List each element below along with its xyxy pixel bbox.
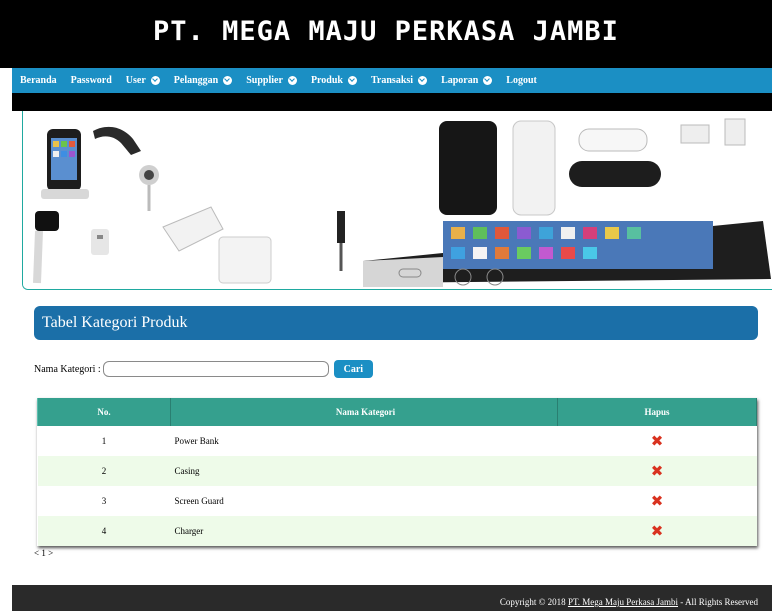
table-row: 3 Screen Guard ✖ xyxy=(37,486,757,516)
banner-graphic xyxy=(23,111,772,289)
nav-label: Supplier xyxy=(246,75,283,86)
nav-label: Pelanggan xyxy=(173,75,219,86)
nav-produk[interactable]: Produk xyxy=(311,75,357,86)
chevron-down-icon xyxy=(287,76,297,85)
chevron-down-icon xyxy=(150,76,160,85)
site-header: PT. MEGA MAJU PERKASA JAMBI xyxy=(0,0,772,68)
table-header-row: No. Nama Kategori Hapus xyxy=(37,398,758,426)
pagination[interactable]: < 1 > xyxy=(34,548,53,558)
header-divider xyxy=(12,93,772,111)
column-header-name: Nama Kategori xyxy=(169,398,558,426)
copyright-prefix: Copyright © 2018 xyxy=(499,597,568,607)
nav-logout[interactable]: Logout xyxy=(506,75,537,86)
chevron-down-icon xyxy=(223,76,233,85)
nav-beranda[interactable]: Beranda xyxy=(20,75,57,86)
copyright-suffix: - All Rights Reserved xyxy=(678,597,758,607)
copyright-text: Copyright © 2018 PT. Mega Maju Perkasa J… xyxy=(500,597,758,607)
nav-user[interactable]: User xyxy=(126,75,160,86)
nav-label: User xyxy=(125,75,146,86)
column-header-no: No. xyxy=(37,398,171,426)
chevron-down-icon xyxy=(418,76,428,85)
main-navbar: Beranda Password User Pelanggan Supplier… xyxy=(12,68,772,93)
column-header-delete: Hapus xyxy=(556,398,758,426)
page-title-text: Tabel Kategori Produk xyxy=(42,314,188,331)
delete-icon[interactable]: ✖ xyxy=(651,492,664,510)
table-row: 2 Casing ✖ xyxy=(37,456,757,486)
table-row: 4 Charger ✖ xyxy=(37,516,757,546)
row-number: 3 xyxy=(37,486,171,516)
category-name: Charger xyxy=(170,516,558,546)
company-link[interactable]: PT. Mega Maju Perkasa Jambi xyxy=(568,597,678,607)
delete-icon[interactable]: ✖ xyxy=(651,462,664,480)
product-banner-image xyxy=(22,111,772,290)
category-table: No. Nama Kategori Hapus 1 Power Bank ✖ 2… xyxy=(37,398,758,546)
chevron-down-icon xyxy=(348,76,357,85)
category-name: Screen Guard xyxy=(170,486,558,516)
nav-password[interactable]: Password xyxy=(71,75,112,86)
delete-icon[interactable]: ✖ xyxy=(651,432,664,450)
nav-label: Beranda xyxy=(20,75,57,86)
row-number: 2 xyxy=(37,456,171,486)
page-title: Tabel Kategori Produk xyxy=(34,306,758,340)
site-footer: Copyright © 2018 PT. Mega Maju Perkasa J… xyxy=(12,585,772,611)
search-label: Nama Kategori : xyxy=(34,363,101,375)
nav-supplier[interactable]: Supplier xyxy=(246,75,297,86)
search-input[interactable] xyxy=(102,361,329,377)
chevron-down-icon xyxy=(483,76,493,85)
nav-label: Laporan xyxy=(441,75,479,86)
category-name: Power Bank xyxy=(170,426,558,456)
delete-icon[interactable]: ✖ xyxy=(651,522,664,540)
row-number: 4 xyxy=(37,516,171,546)
search-button[interactable]: Cari xyxy=(333,360,374,378)
site-title: PT. MEGA MAJU PERKASA JAMBI xyxy=(153,16,619,47)
nav-transaksi[interactable]: Transaksi xyxy=(371,75,428,86)
category-name: Casing xyxy=(170,456,558,486)
nav-label: Password xyxy=(70,75,112,86)
nav-pelanggan[interactable]: Pelanggan xyxy=(173,75,233,86)
nav-label: Logout xyxy=(506,75,537,86)
nav-laporan[interactable]: Laporan xyxy=(441,75,493,86)
nav-label: Produk xyxy=(310,75,343,86)
search-form: Nama Kategori : Cari xyxy=(34,360,374,378)
table-row: 1 Power Bank ✖ xyxy=(37,426,757,456)
nav-label: Transaksi xyxy=(371,75,414,86)
row-number: 1 xyxy=(37,426,171,456)
